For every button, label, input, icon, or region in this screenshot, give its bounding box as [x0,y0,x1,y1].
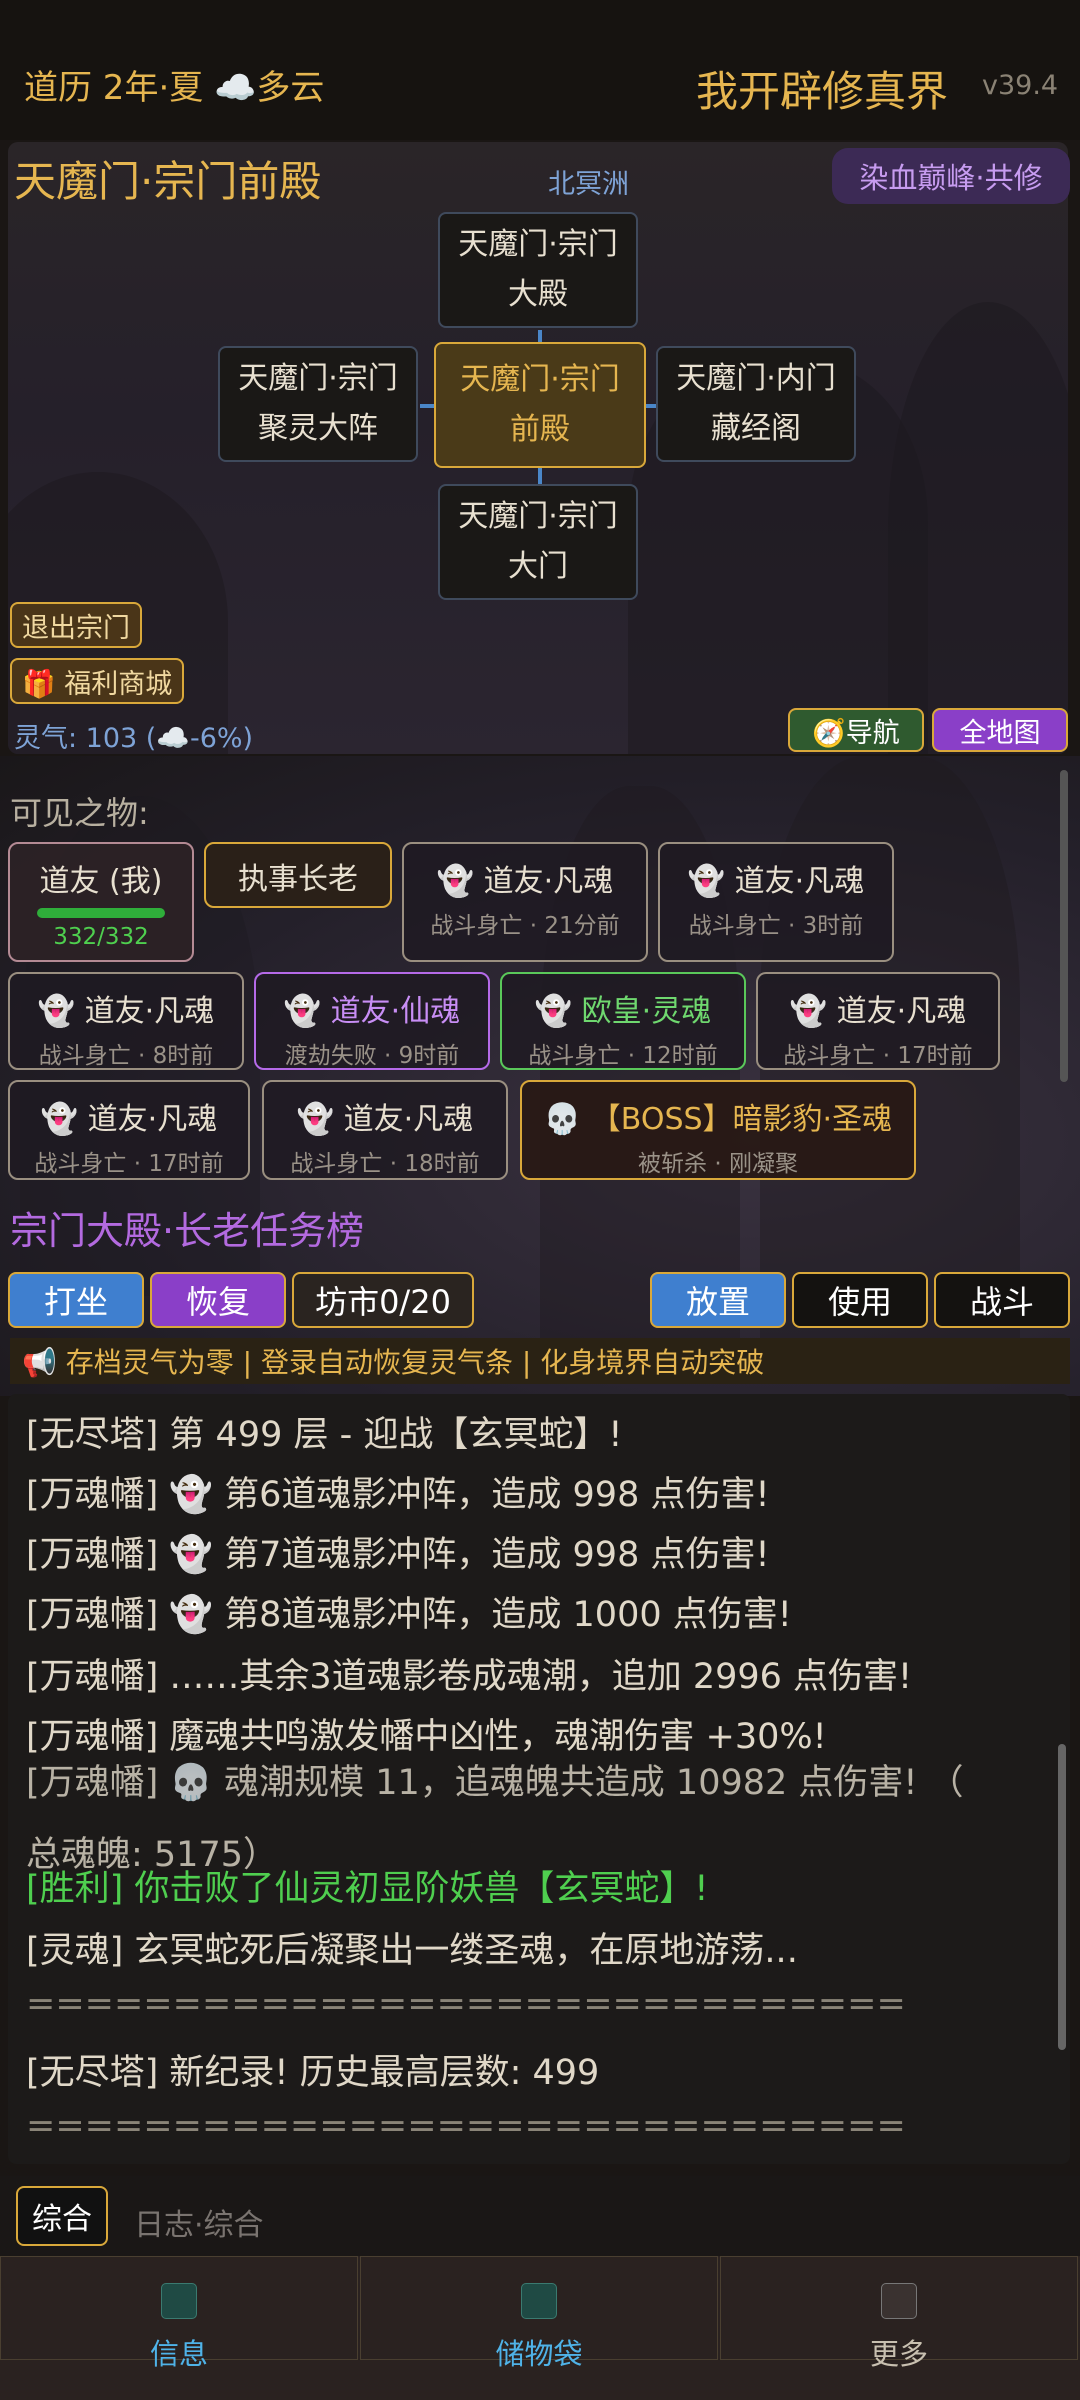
map-node-main-hall[interactable]: 天魔门·宗门 大殿 [438,212,638,328]
map-connector [538,468,542,484]
exit-sect-button[interactable]: 退出宗门 [10,602,142,648]
map-node-spirit-array[interactable]: 天魔门·宗门 聚灵大阵 [218,346,418,462]
elder-card[interactable]: 执事长老 [204,842,392,908]
log-line: [万魂幡] 👻 第7道魂影冲阵，造成 998 点伤害! [26,1535,770,1575]
log-separator: ============================== [26,1984,906,2024]
log-line: [万魂幡] 💀 魂潮规模 11，追魂魄共造成 10982 点伤害! （ [26,1763,964,1803]
battle-log[interactable]: [无尽塔] 第 499 层 - 迎战【玄冥蛇】! [万魂幡] 👻 第6道魂影冲阵… [8,1394,1070,2164]
npc-title: 👻 道友·凡魂 [40,1102,218,1137]
use-button[interactable]: 使用 [792,1272,928,1328]
version-label: v39.4 [982,70,1059,101]
log-line: [灵魂] 玄冥蛇死后凝聚出一缕圣魂，在原地游荡... [26,1931,798,1971]
market-button[interactable]: 坊市0/20 [292,1272,474,1328]
npc-card[interactable]: 👻 道友·凡魂战斗身亡 · 8时前 [8,972,244,1070]
recover-button[interactable]: 恢复 [150,1272,286,1328]
calendar-weather: 道历 2年·夏 ☁️多云 [24,68,325,108]
elder-task-board-link[interactable]: 宗门大殿·长老任务榜 [10,1200,364,1255]
visible-things-label: 可见之物: [10,794,149,832]
npc-title: 👻 道友·凡魂 [296,1102,474,1137]
log-line: [无尽塔] 新纪录! 历史最高层数: 499 [26,2053,600,2093]
npc-sub: 战斗身亡 · 12时前 [528,1043,718,1069]
npc-card[interactable]: 👻 道友·凡魂战斗身亡 · 21分前 [402,842,648,962]
cultivate-badge[interactable]: 染血巅峰·共修 [832,148,1070,204]
npc-title: 👻 道友·凡魂 [436,864,614,899]
npc-title: 👻 道友·凡魂 [687,864,865,899]
info-icon [161,2283,197,2319]
npc-sub: 战斗身亡 · 21分前 [430,913,620,939]
log-scrollbar[interactable] [1058,1744,1066,2050]
node-label: 聚灵大阵 [257,411,378,446]
node-label: 大门 [507,549,568,584]
lingqi-readout: 灵气: 103 (☁️-6%) [14,723,254,754]
boss-sub: 被斩杀 · 刚凝聚 [638,1151,798,1177]
nav-bag-label: 储物袋 [495,2337,583,2371]
nav-more[interactable]: 更多 [720,2256,1078,2371]
welfare-shop-button[interactable]: 🎁 福利商城 [10,658,185,704]
node-label: 藏经阁 [710,411,801,446]
npc-sub: 战斗身亡 · 3时前 [688,913,864,939]
npc-card-lucky[interactable]: 👻 欧皇·灵魂战斗身亡 · 12时前 [500,972,746,1070]
npc-sub: 渡劫失败 · 9时前 [284,1043,460,1069]
log-line: [万魂幡] ……其余3道魂影卷成魂潮，追加 2996 点伤害! [26,1657,913,1697]
announcement-ticker: 📢 存档灵气为零 | 登录自动恢复灵气条 | 化身境界自动突破 [10,1338,1070,1384]
log-line: [万魂幡] 👻 第8道魂影冲阵，造成 1000 点伤害! [26,1595,792,1635]
node-label: 天魔门·宗门 [460,362,620,397]
map-node-gate[interactable]: 天魔门·宗门 大门 [438,484,638,600]
log-line: [无尽塔] 第 499 层 - 迎战【玄冥蛇】! [26,1415,623,1455]
nav-info[interactable]: 信息 [0,2256,358,2371]
node-label: 天魔门·内门 [676,361,836,396]
npc-card-immortal[interactable]: 👻 道友·仙魂渡劫失败 · 9时前 [254,972,490,1070]
boss-card[interactable]: 💀 【BOSS】暗影豹·圣魂被斩杀 · 刚凝聚 [520,1080,916,1180]
log-line: [万魂幡] 魔魂共鸣激发幡中凶性，魂潮伤害 +30%! [26,1717,827,1757]
menu-icon [881,2283,917,2319]
npc-title: 👻 道友·仙魂 [283,994,461,1029]
app-title: 我开辟修真界 [696,67,949,116]
nav-bag[interactable]: 储物袋 [360,2256,718,2371]
scene-scrollbar[interactable] [1060,770,1068,1082]
self-name: 道友 (我) [39,864,163,899]
npc-card[interactable]: 👻 道友·凡魂战斗身亡 · 18时前 [262,1080,508,1180]
npc-card[interactable]: 👻 道友·凡魂战斗身亡 · 3时前 [658,842,894,962]
elder-name: 执事长老 [238,862,358,897]
meditate-button[interactable]: 打坐 [8,1272,144,1328]
navigate-button[interactable]: 🧭导航 [788,708,924,752]
nav-more-label: 更多 [869,2337,928,2371]
npc-sub: 战斗身亡 · 17时前 [783,1043,973,1069]
node-label: 天魔门·宗门 [458,227,618,262]
npc-card[interactable]: 👻 道友·凡魂战斗身亡 · 17时前 [8,1080,250,1180]
location-title: 天魔门·宗门前殿 [14,157,322,206]
log-line: [万魂幡] 👻 第6道魂影冲阵，造成 998 点伤害! [26,1475,770,1515]
node-label: 天魔门·宗门 [238,361,398,396]
hp-text: 332/332 [53,924,149,950]
self-card[interactable]: 道友 (我) 332/332 [8,842,194,962]
npc-title: 👻 道友·凡魂 [37,994,215,1029]
hp-fill [37,908,165,918]
map-node-library[interactable]: 天魔门·内门 藏经阁 [656,346,856,462]
map-node-current[interactable]: 天魔门·宗门 前殿 [434,342,646,468]
log-line-victory: [胜利] 你击败了仙灵初显阶妖兽【玄冥蛇】! [26,1869,709,1909]
hp-bar [37,908,165,918]
full-map-button[interactable]: 全地图 [932,708,1068,752]
map-connector [420,404,434,408]
npc-title: 👻 欧皇·灵魂 [534,994,712,1029]
boss-title: 💀 【BOSS】暗影豹·圣魂 [543,1102,893,1137]
bag-icon [521,2283,557,2319]
place-button[interactable]: 放置 [650,1272,786,1328]
node-label: 前殿 [509,412,570,447]
node-label: 大殿 [507,277,568,312]
npc-sub: 战斗身亡 · 8时前 [38,1043,214,1069]
npc-title: 👻 道友·凡魂 [789,994,967,1029]
node-label: 天魔门·宗门 [458,499,618,534]
npc-sub: 战斗身亡 · 18时前 [290,1151,480,1177]
tab-general[interactable]: 综合 [16,2186,108,2246]
npc-sub: 战斗身亡 · 17时前 [34,1151,224,1177]
log-separator: ============================== [26,2106,906,2146]
nav-info-label: 信息 [149,2337,208,2371]
tab-log-general[interactable]: 日志·综合 [134,2200,264,2244]
npc-card[interactable]: 👻 道友·凡魂战斗身亡 · 17时前 [756,972,1000,1070]
fight-button[interactable]: 战斗 [934,1272,1070,1328]
region-label: 北冥洲 [548,169,629,200]
